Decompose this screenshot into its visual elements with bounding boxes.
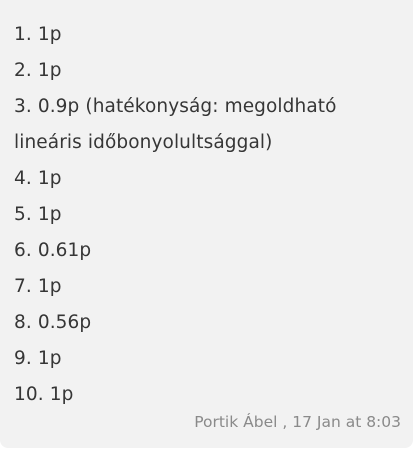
grade-line: 6. 0.61p [14, 240, 92, 261]
grade-line: 2. 1p [14, 60, 62, 81]
comment-timestamp: 17 Jan at 8:03 [292, 413, 401, 431]
grade-list: 1. 1p 2. 1p 3. 0.9p (hatékonyság: megold… [14, 17, 413, 413]
comment-card: 1. 1p 2. 1p 3. 0.9p (hatékonyság: megold… [0, 0, 413, 448]
grade-line: 3. 0.9p (hatékonyság: megoldható [14, 96, 337, 117]
comment-meta: Portik Ábel , 17 Jan at 8:03 [194, 412, 401, 432]
grade-line: 4. 1p [14, 168, 62, 189]
grade-line: 9. 1p [14, 348, 62, 369]
meta-separator: , [277, 413, 293, 431]
grade-line: 1. 1p [14, 24, 62, 45]
grade-line: 5. 1p [14, 204, 62, 225]
grade-line-continuation: lineáris időbonyolultsággal) [14, 132, 273, 153]
grade-line: 10. 1p [14, 384, 74, 405]
grade-line: 8. 0.56p [14, 312, 92, 333]
comment-author: Portik Ábel [194, 413, 278, 431]
grade-line: 7. 1p [14, 276, 62, 297]
